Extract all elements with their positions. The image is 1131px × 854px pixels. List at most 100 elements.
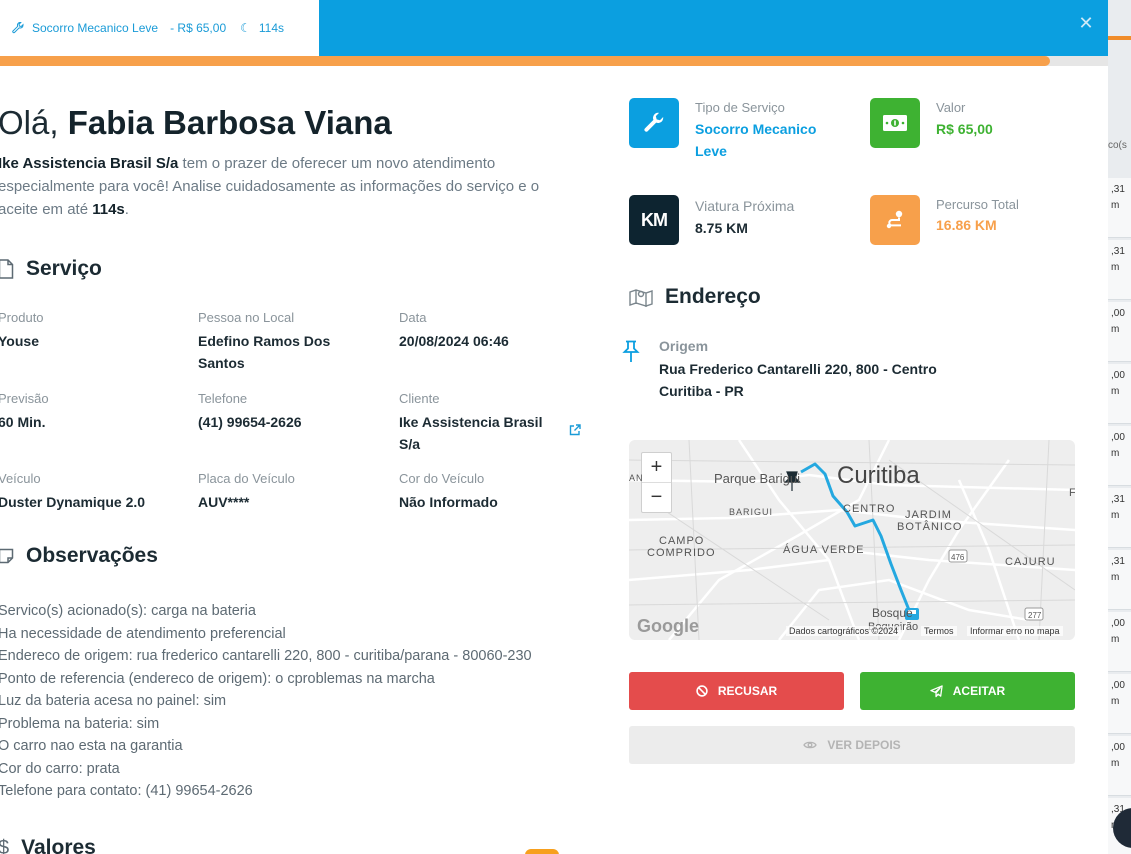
map-place-label: F xyxy=(1069,487,1075,499)
zoom-out-button[interactable]: − xyxy=(642,482,671,511)
field-produto: Produto Youse xyxy=(0,310,188,352)
field-value: 20/08/2024 06:46 xyxy=(399,333,509,349)
field-value: (41) 99654-2626 xyxy=(198,414,302,430)
percurso-icon-box xyxy=(870,195,920,245)
tab-price: - R$ 65,00 xyxy=(170,21,227,35)
refuse-button-label: RECUSAR xyxy=(717,684,778,698)
background-cell-value: ,00 xyxy=(1111,618,1125,629)
intro-text: Ike Assistencia Brasil S/a tem o prazer … xyxy=(0,152,558,221)
note-icon xyxy=(0,548,14,564)
map-road-label: 476 xyxy=(951,553,965,562)
field-label: Previsão xyxy=(0,391,49,406)
countdown-progress-fill xyxy=(0,56,1051,66)
background-cell-value: ,31 xyxy=(1111,494,1125,505)
document-icon xyxy=(0,259,14,279)
field-value: Não Informado xyxy=(399,494,498,510)
eye-icon xyxy=(803,741,818,749)
intro-time: 114s xyxy=(92,201,125,218)
section-endereco: Endereço xyxy=(629,285,761,309)
valor-icon-box xyxy=(870,98,920,148)
background-cell-value: ,00 xyxy=(1111,680,1125,691)
observacao-line: Problema na bateria: sim xyxy=(0,715,160,732)
tab-timer: 114s xyxy=(258,21,285,35)
tab-service-name: Socorro Mecanico Leve xyxy=(32,21,159,35)
paper-plane-icon xyxy=(930,684,943,697)
percurso-label: Percurso Total xyxy=(936,197,1019,212)
observacao-line: Endereco de origem: rua frederico cantar… xyxy=(0,648,532,664)
map-place-label: Bosque xyxy=(872,606,913,620)
map-city-label: Curitiba xyxy=(837,462,920,489)
accept-button-label: ACEITAR xyxy=(952,684,1006,698)
background-cell-sub: m xyxy=(1111,510,1120,521)
background-table-cell: ,00 m xyxy=(1108,426,1131,486)
km-icon: KM xyxy=(641,209,668,230)
section-servico: Serviço xyxy=(0,257,102,281)
route-icon xyxy=(886,210,903,229)
background-cell-sub: m xyxy=(1111,386,1120,397)
viatura-value: 8.75 KM xyxy=(695,220,748,236)
zoom-in-button[interactable]: + xyxy=(642,453,671,482)
map-report-link[interactable]: Informar erro no mapa xyxy=(967,626,1063,636)
field-cliente: Cliente Ike Assistencia Brasil S/a xyxy=(399,391,589,455)
section-observacoes-title: Observações xyxy=(26,544,158,567)
google-logo: Google xyxy=(637,616,699,636)
background-page: co(s ,31 m ,31 m ,00 m ,00 m ,00 m ,31 m ,31 m ,00 m ,00… xyxy=(1108,0,1131,854)
close-button[interactable]: ✕ xyxy=(1076,12,1096,34)
field-label: Produto xyxy=(0,310,44,325)
section-valores: $ Valores xyxy=(0,836,96,854)
background-table-cell: ,00 m xyxy=(1108,364,1131,424)
background-cell-value: ,00 xyxy=(1111,432,1125,443)
map-place-label: CAJURU xyxy=(1005,556,1056,568)
field-label: Pessoa no Local xyxy=(198,310,295,325)
route-map[interactable]: + − Curitiba Parque Barigui BARIGUI CENT… xyxy=(629,440,1075,640)
valor-label: Valor xyxy=(936,100,966,115)
greeting-hello: Olá, xyxy=(0,104,59,141)
map-terms-link[interactable]: Termos xyxy=(921,626,957,636)
background-cell-value: ,31 xyxy=(1111,184,1125,195)
background-cell-sub: m xyxy=(1111,200,1120,211)
field-value: AUV**** xyxy=(198,494,250,510)
field-veiculo: Veículo Duster Dynamique 2.0 xyxy=(0,471,188,513)
viatura-icon-box: KM xyxy=(629,195,679,245)
field-label: Data xyxy=(399,310,427,325)
field-telefone: Telefone (41) 99654-2626 xyxy=(198,391,388,433)
money-icon xyxy=(883,115,907,131)
field-pessoa-no-local: Pessoa no Local Edefino Ramos Dos Santos xyxy=(198,310,388,374)
map-place-label: BOTÂNICO xyxy=(897,521,963,533)
accept-button[interactable]: ACEITAR xyxy=(860,672,1075,710)
background-cell-sub: m xyxy=(1111,448,1120,459)
observacao-line: Servico(s) acionado(s): carga na bateria xyxy=(0,603,256,619)
background-cell-sub: m xyxy=(1111,758,1120,769)
timer-icon: ☾ xyxy=(240,21,251,35)
background-table-cell: ,31 m xyxy=(1108,550,1131,610)
background-table-cell: ,31 m xyxy=(1108,178,1131,238)
external-link-icon[interactable] xyxy=(569,424,581,436)
service-summary-tab[interactable]: Socorro Mecanico Leve - R$ 65,00 ☾ 114s xyxy=(0,0,319,56)
field-label: Placa do Veículo xyxy=(198,471,295,486)
background-table-cell: ,00 m xyxy=(1108,612,1131,672)
field-label: Telefone xyxy=(198,391,248,406)
view-later-button-label: VER DEPOIS xyxy=(827,738,901,752)
tipo-servico-label: Tipo de Serviço xyxy=(695,100,785,115)
section-servico-title: Serviço xyxy=(26,257,102,280)
background-cell-value: ,31 xyxy=(1111,246,1125,257)
ban-icon xyxy=(696,685,708,697)
view-later-button[interactable]: VER DEPOIS xyxy=(629,726,1075,764)
observacao-line: Ha necessidade de atendimento preferenci… xyxy=(0,625,286,642)
modal-header-bar: Socorro Mecanico Leve - R$ 65,00 ☾ 114s … xyxy=(0,0,1108,56)
percurso-value: 16.86 KM xyxy=(936,217,997,233)
background-accent-bar xyxy=(1108,36,1131,40)
observacao-line: O carro nao esta na garantia xyxy=(0,738,183,754)
intro-end: . xyxy=(124,201,129,218)
refuse-button[interactable]: RECUSAR xyxy=(629,672,844,710)
background-column-header: co(s xyxy=(1108,140,1127,151)
background-table-cell: ,31 m xyxy=(1108,240,1131,300)
background-cell-value: ,00 xyxy=(1111,370,1125,381)
section-observacoes: Observações xyxy=(0,544,158,568)
valores-badge xyxy=(525,849,559,854)
observacao-line: Luz da bateria acesa no painel: sim xyxy=(0,693,227,709)
field-label: Cor do Veículo xyxy=(399,471,485,486)
background-table-cell: ,00 m xyxy=(1108,674,1131,734)
valor-value: R$ 65,00 xyxy=(936,121,993,137)
observacao-line: Telefone para contato: (41) 99654-2626 xyxy=(0,783,253,799)
